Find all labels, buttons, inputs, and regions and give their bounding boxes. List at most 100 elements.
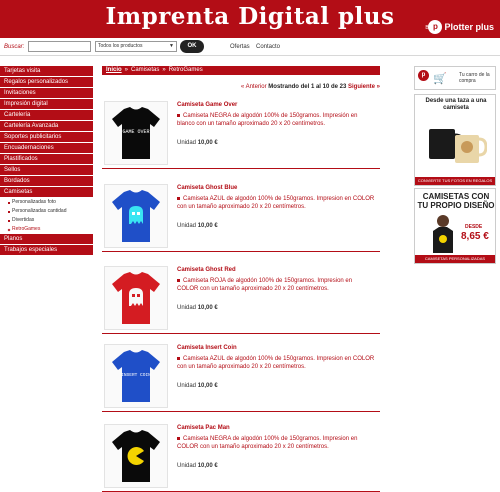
product-description-text: Camiseta NEGRA de algodón 100% de 150gra… <box>177 113 358 127</box>
sidebar-item-planos[interactable]: Planos <box>0 234 93 244</box>
sidebar-item-plastificados[interactable]: Plastificados <box>0 154 93 164</box>
sidebar-item-bordados[interactable]: Bordados <box>0 176 93 186</box>
product-price: Unidad 10,00 € <box>177 223 218 229</box>
mug-image-icon <box>429 129 487 163</box>
sidebar-subitem-label: Personalizadas cantidad <box>12 208 67 214</box>
pagination-info: Mostrando del 1 al 10 de 23 <box>268 84 347 90</box>
sidebar-item-regalos-personalizados[interactable]: Regalos personalizados <box>0 77 93 87</box>
product-item: Camiseta Pac Man Camiseta NEGRA de algod… <box>102 420 380 492</box>
price-label: Unidad <box>177 383 197 389</box>
price-value: 10,00 € <box>197 140 218 146</box>
search-bar: Buscar: Todos los productos ▼ OK Ofertas… <box>0 38 500 56</box>
category-select[interactable]: Todos los productos ▼ <box>95 41 177 52</box>
bullet-icon <box>8 201 10 204</box>
product-item: Camiseta Ghost Blue Camiseta AZUL de alg… <box>102 180 380 252</box>
sidebar-subitem-personalizadas-cantidad[interactable]: Personalizadas cantidad <box>0 207 93 216</box>
product-image[interactable]: GAME OVER <box>104 101 168 165</box>
sidebar: Tarjetas visita Regalos personalizados I… <box>0 66 93 256</box>
price-label: Unidad <box>177 305 197 311</box>
search-ok-button[interactable]: OK <box>180 40 204 53</box>
plotter-logo-icon: p <box>418 70 429 81</box>
sidebar-subitem-label: Divertidas <box>12 217 35 223</box>
print-text: GAME OVER <box>122 129 149 135</box>
sidebar-subitem-personalizadas-foto[interactable]: Personalizadas foto <box>0 198 93 207</box>
tshirt-image-icon <box>112 272 160 324</box>
sidebar-item-carteleria[interactable]: Cartelería <box>0 110 93 120</box>
product-title[interactable]: Camiseta Insert Coin <box>177 345 237 351</box>
product-title[interactable]: Camiseta Game Over <box>177 102 237 108</box>
contact-link[interactable]: Contacto <box>256 44 280 50</box>
sidebar-item-trabajos-especiales[interactable]: Trabajos especiales <box>0 245 93 255</box>
cart-widget[interactable]: p 🛒 Tu carro de la compra <box>414 66 496 90</box>
product-description: Camiseta AZUL de algodón 100% de 150gram… <box>177 355 375 371</box>
price-label: Unidad <box>177 223 197 229</box>
sidebar-item-invitaciones[interactable]: Invitaciones <box>0 88 93 98</box>
ghost-eye <box>132 294 135 297</box>
product-price: Unidad 10,00 € <box>177 463 218 469</box>
product-description-text: Camiseta NEGRA de algodón 100% de 150gra… <box>177 436 358 450</box>
sidebar-item-sellos[interactable]: Sellos <box>0 165 93 175</box>
cart-text: Tu carro de la compra <box>459 72 490 84</box>
print-text: INSERT COIN <box>121 372 151 378</box>
price-value: 10,00 € <box>197 305 218 311</box>
price-value: 10,00 € <box>197 223 218 229</box>
sidebar-item-carteleria-avanzada[interactable]: Cartelería Avanzada <box>0 121 93 131</box>
tshirt-image-icon: GAME OVER <box>112 107 160 159</box>
product-description: Camiseta NEGRA de algodón 100% de 150gra… <box>177 435 375 451</box>
sidebar-item-encuadernaciones[interactable]: Encuadernaciones <box>0 143 93 153</box>
partner-link[interactable]: p Plotter plus <box>428 19 494 34</box>
sidebar-item-impresion-digital[interactable]: Impresión digital <box>0 99 93 109</box>
pagination-prev[interactable]: « Anterior <box>241 84 267 90</box>
product-description: Camiseta ROJA de algodón 100% de 150gram… <box>177 277 375 293</box>
offers-link[interactable]: Ofertas <box>230 44 250 50</box>
sidebar-subitem-retrogames[interactable]: RetroGames <box>0 225 93 234</box>
tshirt-image-icon <box>112 430 160 482</box>
ghost-eye <box>137 294 140 297</box>
price-from-value: 8,65 € <box>461 231 489 242</box>
pagination-next[interactable]: Siguiente » <box>348 84 380 90</box>
search-label: Buscar: <box>4 44 25 50</box>
product-image[interactable] <box>104 266 168 330</box>
product-description-text: Camiseta ROJA de algodón 100% de 150gram… <box>177 278 353 292</box>
mug-black <box>429 129 455 159</box>
breadcrumb-home[interactable]: Inicio <box>106 67 122 73</box>
product-description: Camiseta NEGRA de algodón 100% de 150gra… <box>177 112 375 128</box>
person-head <box>437 215 449 227</box>
breadcrumb-camisetas[interactable]: Camisetas <box>131 67 159 73</box>
price-from-label: DESDE <box>465 224 483 230</box>
product-title[interactable]: Camiseta Ghost Blue <box>177 185 237 191</box>
bullet-icon <box>177 278 180 282</box>
product-price: Unidad 10,00 € <box>177 140 218 146</box>
bullet-icon <box>8 210 10 213</box>
bullet-icon <box>177 196 180 200</box>
site-header: Imprenta Digital plus BY p Plotter plus <box>0 0 500 38</box>
product-description: Camiseta AZUL de algodón 100% de 150gram… <box>177 195 375 211</box>
product-title[interactable]: Camiseta Pac Man <box>177 425 230 431</box>
product-image[interactable] <box>104 184 168 248</box>
sidebar-subitem-label: RetroGames <box>12 226 41 232</box>
bullet-icon <box>177 356 180 360</box>
mug-banner[interactable]: Desde una taza a una camiseta CONVIERTE … <box>414 94 496 186</box>
product-image[interactable] <box>104 424 168 488</box>
sidebar-subitem-divertidas[interactable]: Divertidas <box>0 216 93 225</box>
plotter-logo-icon: p <box>428 19 443 34</box>
custom-shirt-banner[interactable]: CAMISETAS CON TU PROPIO DISEÑO DESDE 8,6… <box>414 188 496 264</box>
product-title[interactable]: Camiseta Ghost Red <box>177 267 236 273</box>
product-price: Unidad 10,00 € <box>177 305 218 311</box>
ghost-eye <box>137 212 140 215</box>
breadcrumb: Inicio» Camisetas» RetroGames <box>102 66 380 75</box>
sidebar-item-soportes-publicitarios[interactable]: Soportes publicitarios <box>0 132 93 142</box>
shirt-print <box>439 235 447 243</box>
search-input[interactable] <box>28 41 91 52</box>
category-select-value: Todos los productos <box>98 43 143 49</box>
sidebar-item-camisetas[interactable]: Camisetas <box>0 187 93 197</box>
breadcrumb-retrogames[interactable]: RetroGames <box>169 67 203 73</box>
mug-handle <box>478 137 487 157</box>
custom-shirt-title: CAMISETAS CON TU PROPIO DISEÑO <box>417 192 495 210</box>
price-value: 10,00 € <box>197 383 218 389</box>
price-label: Unidad <box>177 140 197 146</box>
sidebar-subitem-label: Personalizadas foto <box>12 199 56 205</box>
product-image[interactable]: INSERT COIN <box>104 344 168 408</box>
sidebar-item-tarjetas-visita[interactable]: Tarjetas visita <box>0 66 93 76</box>
product-item: INSERT COIN Camiseta Insert Coin Camiset… <box>102 340 380 412</box>
